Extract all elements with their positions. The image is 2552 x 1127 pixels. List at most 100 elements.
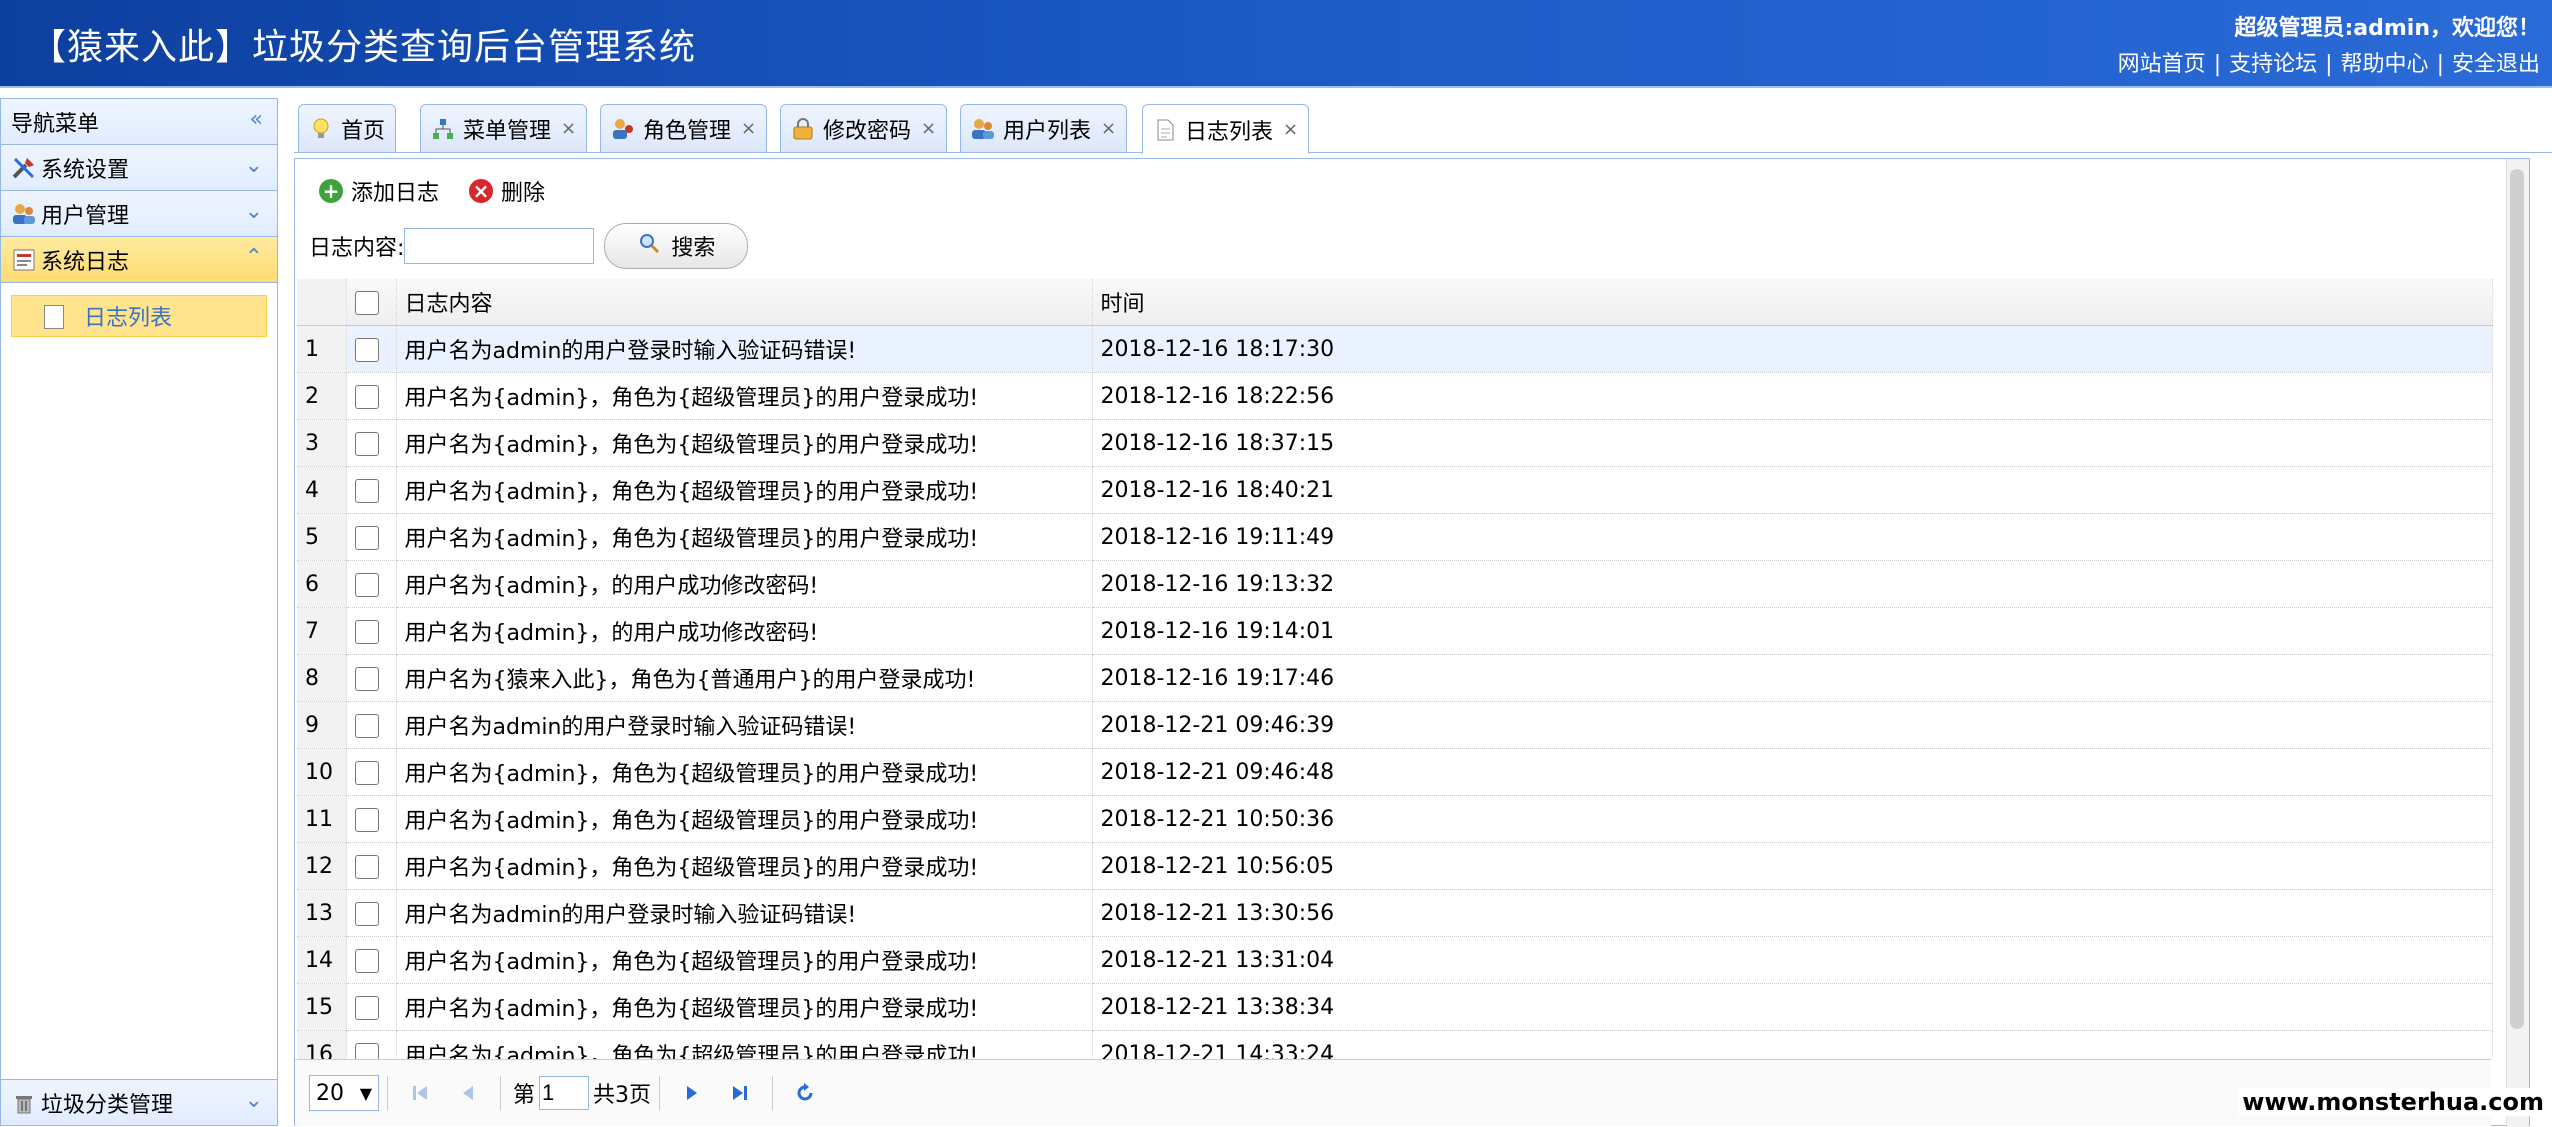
row-checkbox[interactable] <box>354 807 379 832</box>
row-checkbox[interactable] <box>354 1042 379 1059</box>
table-row[interactable]: 5 用户名为{admin}，角色为{超级管理员}的用户登录成功! 2018-12-1… <box>297 513 2493 561</box>
table-row[interactable]: 1 用户名为admin的用户登录时输入验证码错误! 2018-12-16 18:17… <box>297 325 2493 373</box>
log-time-cell: 2018-12-21 10:50:36 <box>1092 795 2493 843</box>
chevron-double-down-icon: ⌄ <box>244 153 263 178</box>
row-checkbox[interactable] <box>354 666 379 691</box>
table-row[interactable]: 3 用户名为{admin}，角色为{超级管理员}的用户登录成功! 2018-12-1… <box>297 419 2493 467</box>
table-row[interactable]: 7 用户名为{admin}，的用户成功修改密码! 2018-12-16 19:14:… <box>297 607 2493 655</box>
users-icon <box>971 117 995 141</box>
row-checkbox[interactable] <box>354 525 379 550</box>
refresh-button[interactable] <box>790 1078 820 1108</box>
row-checkbox[interactable] <box>354 431 379 456</box>
log-content-cell: 用户名为{admin}，角色为{超级管理员}的用户登录成功! <box>396 513 1093 561</box>
search-button[interactable]: 搜索 <box>604 223 749 269</box>
sidebar-title-bar: 导航菜单 « <box>1 99 277 145</box>
log-time-cell: 2018-12-16 18:37:15 <box>1092 419 2493 467</box>
previous-page-button[interactable] <box>453 1078 483 1108</box>
tab-change-password[interactable]: 修改密码 × <box>780 104 948 152</box>
row-checkbox[interactable] <box>354 760 379 785</box>
log-content-cell: 用户名为{admin}，角色为{超级管理员}的用户登录成功! <box>396 372 1093 420</box>
sidebar-item-label: 用户管理 <box>41 203 130 229</box>
scrollbar-thumb[interactable] <box>2510 169 2524 1029</box>
log-time-cell: 2018-12-21 13:30:56 <box>1092 889 2493 937</box>
link-help[interactable]: 帮助中心 <box>2341 52 2429 77</box>
close-icon[interactable]: × <box>561 118 576 139</box>
current-page-input[interactable] <box>539 1076 590 1110</box>
row-checkbox[interactable] <box>354 572 379 597</box>
row-number: 2 <box>297 372 347 420</box>
column-header-content[interactable]: 日志内容 <box>396 279 1093 326</box>
page-size-value: 20 <box>316 1080 344 1106</box>
table-row[interactable]: 13 用户名为admin的用户登录时输入验证码错误! 2018-12-21 13:3… <box>297 889 2493 937</box>
table-row[interactable]: 15 用户名为{admin}，角色为{超级管理员}的用户登录成功! 2018-12-… <box>297 983 2493 1031</box>
sidebar-item-system-settings[interactable]: 系统设置 ⌄ <box>1 145 277 191</box>
sidebar-subitem-log-list[interactable]: 日志列表 <box>11 295 267 337</box>
table-row[interactable]: 6 用户名为{admin}，的用户成功修改密码! 2018-12-16 19:13:… <box>297 560 2493 608</box>
row-number: 16 <box>297 1030 347 1059</box>
table-row[interactable]: 12 用户名为{admin}，角色为{超级管理员}的用户登录成功! 2018-12-… <box>297 842 2493 890</box>
page-size-select[interactable]: 20 ▼ <box>309 1075 379 1111</box>
row-number: 9 <box>297 701 347 749</box>
next-page-button[interactable] <box>677 1078 707 1108</box>
close-icon[interactable]: × <box>1101 118 1116 139</box>
table-row[interactable]: 9 用户名为admin的用户登录时输入验证码错误! 2018-12-21 09:46… <box>297 701 2493 749</box>
tab-log-list[interactable]: 日志列表 × <box>1142 104 1310 154</box>
table-row[interactable]: 16 用户名为{admin}，角色为{超级管理员}的用户登录成功! 2018-12-… <box>297 1030 2493 1059</box>
close-icon[interactable]: × <box>921 118 936 139</box>
row-checkbox[interactable] <box>354 337 379 362</box>
row-checkbox[interactable] <box>354 384 379 409</box>
first-page-button[interactable] <box>405 1078 435 1108</box>
vertical-scrollbar[interactable] <box>2506 159 2529 1127</box>
lightbulb-icon <box>309 117 333 141</box>
table-row[interactable]: 2 用户名为{admin}，角色为{超级管理员}的用户登录成功! 2018-12-1… <box>297 372 2493 420</box>
tab-user-list[interactable]: 用户列表 × <box>960 104 1128 152</box>
table-row[interactable]: 8 用户名为{猿来入此}，角色为{普通用户}的用户登录成功! 2018-12-16 … <box>297 654 2493 702</box>
row-checkbox[interactable] <box>354 854 379 879</box>
tab-menu-management[interactable]: 菜单管理 × <box>420 104 588 152</box>
sidebar-item-label: 系统日志 <box>41 249 130 275</box>
link-forum[interactable]: 支持论坛 <box>2229 52 2317 77</box>
sitemap-icon <box>431 117 455 141</box>
table-row[interactable]: 11 用户名为{admin}，角色为{超级管理员}的用户登录成功! 2018-12-… <box>297 795 2493 843</box>
sidebar-item-system-log[interactable]: 系统日志 ⌃ <box>1 237 277 283</box>
sidebar-item-garbage-management[interactable]: 垃圾分类管理 ⌄ <box>1 1079 277 1125</box>
delete-button[interactable]: × 删除 <box>469 175 545 207</box>
collapse-sidebar-icon[interactable]: « <box>250 107 263 132</box>
log-content-cell: 用户名为{admin}，角色为{超级管理员}的用户登录成功! <box>396 466 1093 514</box>
tab-role-management[interactable]: 角色管理 × <box>600 104 768 152</box>
grid-header-row: 日志内容 时间 <box>297 279 2493 326</box>
last-page-button[interactable] <box>725 1078 755 1108</box>
log-content-cell: 用户名为{admin}，角色为{超级管理员}的用户登录成功! <box>396 936 1093 984</box>
row-checkbox[interactable] <box>354 995 379 1020</box>
log-time-cell: 2018-12-16 19:17:46 <box>1092 654 2493 702</box>
first-page-icon <box>413 1086 427 1100</box>
table-row[interactable]: 10 用户名为{admin}，角色为{超级管理员}的用户登录成功! 2018-12-… <box>297 748 2493 796</box>
log-content-search-input[interactable] <box>404 228 595 264</box>
log-time-cell: 2018-12-16 18:22:56 <box>1092 372 2493 420</box>
refresh-icon <box>797 1083 813 1101</box>
add-log-button[interactable]: + 添加日志 <box>319 175 439 207</box>
row-number: 1 <box>297 325 347 373</box>
select-all-checkbox[interactable] <box>354 290 379 315</box>
sidebar-item-user-management[interactable]: 用户管理 ⌄ <box>1 191 277 237</box>
column-header-time[interactable]: 时间 <box>1092 279 2493 326</box>
row-checkbox[interactable] <box>354 713 379 738</box>
table-row[interactable]: 14 用户名为{admin}，角色为{超级管理员}的用户登录成功! 2018-12-… <box>297 936 2493 984</box>
close-icon[interactable]: × <box>1283 119 1298 140</box>
sidebar-item-label: 系统设置 <box>41 157 130 183</box>
system-log-submenu: 日志列表 <box>1 283 277 359</box>
row-checkbox[interactable] <box>354 948 379 973</box>
log-content-cell: 用户名为admin的用户登录时输入验证码错误! <box>396 325 1093 373</box>
row-checkbox[interactable] <box>354 478 379 503</box>
close-icon[interactable]: × <box>741 118 756 139</box>
row-checkbox[interactable] <box>354 619 379 644</box>
table-row[interactable]: 4 用户名为{admin}，角色为{超级管理员}的用户登录成功! 2018-12-1… <box>297 466 2493 514</box>
tab-home[interactable]: 首页 <box>298 104 397 152</box>
link-home[interactable]: 网站首页 <box>2118 52 2206 77</box>
row-select-cell <box>346 983 397 1031</box>
row-checkbox[interactable] <box>354 901 379 926</box>
link-logout[interactable]: 安全退出 <box>2452 52 2540 77</box>
add-log-label: 添加日志 <box>351 181 440 206</box>
log-content-cell: 用户名为{admin}，的用户成功修改密码! <box>396 560 1093 608</box>
delete-icon: × <box>469 179 494 203</box>
